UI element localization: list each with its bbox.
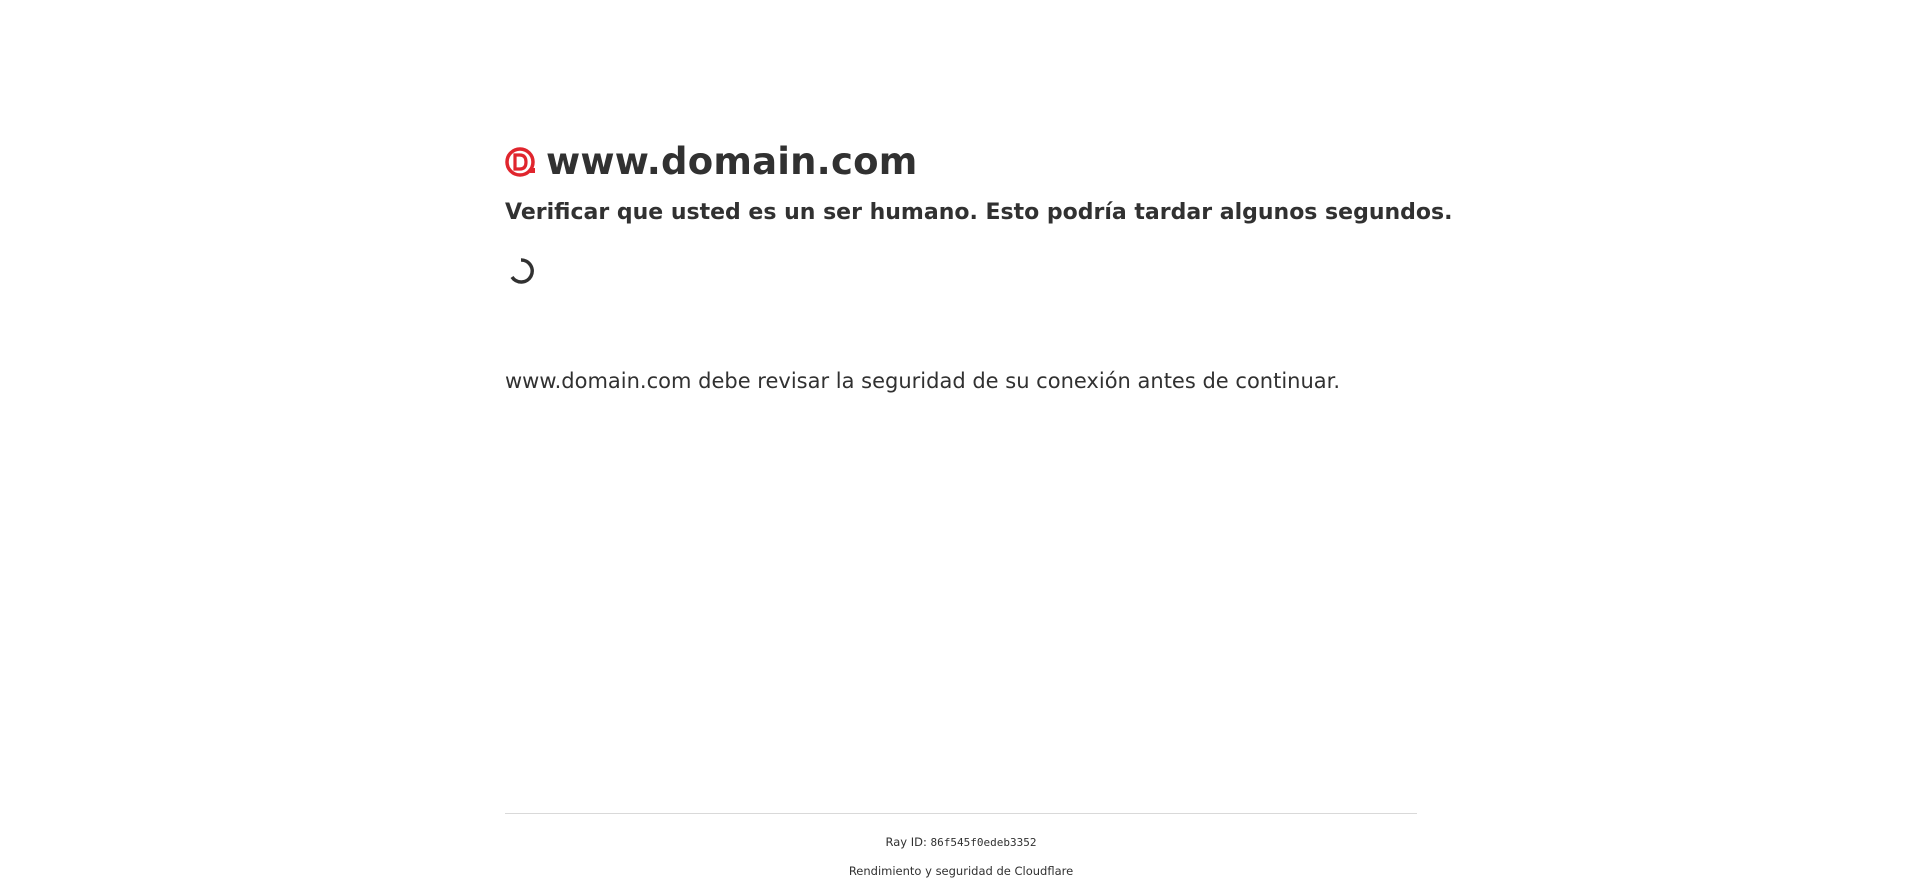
title-row: www.domain.com: [505, 136, 1417, 188]
main-content: www.domain.com Verificar que usted es un…: [505, 136, 1453, 397]
loading-spinner-icon: [505, 255, 537, 287]
challenge-page: www.domain.com Verificar que usted es un…: [0, 0, 1920, 893]
site-title: www.domain.com: [546, 140, 918, 183]
domain-favicon-icon: [505, 146, 537, 178]
challenge-headline: Verificar que usted es un ser humano. Es…: [505, 200, 1453, 225]
ray-id-label: Ray ID:: [885, 835, 927, 849]
security-check-message: www.domain.com debe revisar la seguridad…: [505, 369, 1341, 393]
footer: Ray ID: 86f545f0edeb3352 Rendimiento y s…: [505, 813, 1417, 879]
ray-id-line: Ray ID: 86f545f0edeb3352: [505, 834, 1417, 851]
ray-id-value: 86f545f0edeb3352: [930, 836, 1037, 849]
cloudflare-credit: Rendimiento y seguridad de Cloudflare: [848, 864, 1074, 878]
